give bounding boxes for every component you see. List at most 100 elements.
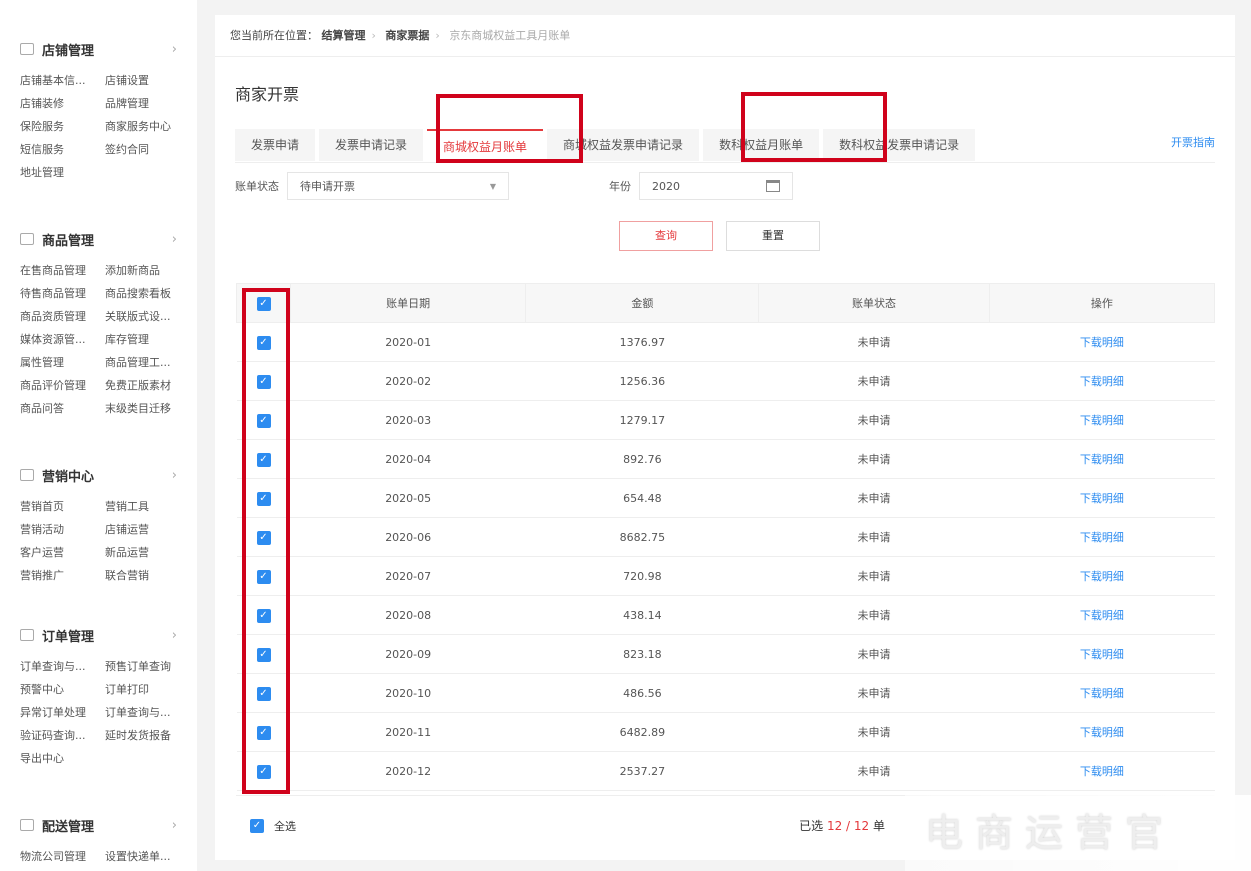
sidebar-item[interactable]: 添加新商品 xyxy=(105,262,190,278)
sidebar-item[interactable]: 营销活动 xyxy=(20,521,105,537)
sidebar-section: 配送管理 › 物流公司管理 设置快递单... xyxy=(0,812,197,864)
sidebar-item[interactable]: 商品问答 xyxy=(20,400,105,416)
col-header: 操作 xyxy=(988,283,1216,323)
bill-status: 未申请 xyxy=(758,673,990,713)
breadcrumb-item[interactable]: 商家票据 xyxy=(385,29,429,42)
download-detail-link[interactable]: 下载明细 xyxy=(989,751,1215,791)
chevron-right-icon: › xyxy=(171,817,177,833)
caret-down-icon: ▼ xyxy=(489,181,496,191)
sidebar-item[interactable]: 预售订单查询 xyxy=(105,658,190,674)
sidebar-item[interactable]: 品牌管理 xyxy=(105,95,190,111)
download-detail-link[interactable]: 下载明细 xyxy=(989,673,1215,713)
sidebar-item[interactable]: 营销首页 xyxy=(20,498,105,514)
sidebar-item[interactable]: 营销工具 xyxy=(105,498,190,514)
sidebar-item[interactable]: 店铺基本信... xyxy=(20,72,105,88)
section-icon xyxy=(20,43,34,55)
sidebar-item[interactable]: 商品评价管理 xyxy=(20,377,105,393)
sidebar-item[interactable]: 异常订单处理 xyxy=(20,704,105,720)
sidebar-item[interactable]: 设置快递单... xyxy=(105,848,190,864)
sidebar-item[interactable]: 商品搜索看板 xyxy=(105,285,190,301)
sidebar-section-header[interactable]: 订单管理 › xyxy=(20,622,177,648)
sidebar-item[interactable]: 导出中心 xyxy=(20,750,105,766)
sidebar-item[interactable]: 物流公司管理 xyxy=(20,848,105,864)
section-title: 营销中心 xyxy=(42,469,95,485)
sidebar-section-header[interactable]: 营销中心 › xyxy=(20,462,177,488)
download-detail-link[interactable]: 下载明细 xyxy=(989,595,1215,635)
sidebar-item[interactable]: 商品管理工... xyxy=(105,354,190,370)
sidebar-item[interactable]: 库存管理 xyxy=(105,331,190,347)
download-detail-link[interactable]: 下载明细 xyxy=(989,556,1215,596)
sidebar-item[interactable]: 短信服务 xyxy=(20,141,105,157)
sidebar-item[interactable]: 签约合同 xyxy=(105,141,190,157)
download-detail-link[interactable]: 下载明细 xyxy=(989,517,1215,557)
download-detail-link[interactable]: 下载明细 xyxy=(989,322,1215,362)
download-detail-link[interactable]: 下载明细 xyxy=(989,634,1215,674)
breadcrumb-item[interactable]: 结算管理 xyxy=(322,29,366,42)
reset-button[interactable]: 重置 xyxy=(726,221,820,251)
select-all-label[interactable]: 全选 xyxy=(274,818,296,834)
amount: 6482.89 xyxy=(525,712,759,752)
sidebar-section-header[interactable]: 配送管理 › xyxy=(20,812,177,838)
sidebar-item[interactable]: 店铺装修 xyxy=(20,95,105,111)
download-detail-link[interactable]: 下载明细 xyxy=(989,439,1215,479)
sidebar-item[interactable]: 地址管理 xyxy=(20,164,105,180)
section-title: 商品管理 xyxy=(42,233,95,249)
sidebar-item[interactable]: 订单查询与... xyxy=(105,704,190,720)
sidebar-item[interactable]: 待售商品管理 xyxy=(20,285,105,301)
download-detail-link[interactable]: 下载明细 xyxy=(989,712,1215,752)
sidebar-item[interactable]: 关联版式设... xyxy=(105,308,190,324)
sidebar-item[interactable]: 联合营销 xyxy=(105,567,190,583)
sidebar-section: 商品管理 › 在售商品管理 添加新商品 待售商品管理 商品搜索看板 商品资质管理 关联版式设.… xyxy=(0,226,197,416)
sidebar-item[interactable]: 末级类目迁移 xyxy=(105,400,190,416)
section-icon xyxy=(20,629,34,641)
bill-date: 2020-02 xyxy=(290,361,526,401)
amount: 486.56 xyxy=(525,673,759,713)
query-button[interactable]: 查询 xyxy=(619,221,713,251)
bill-status: 未申请 xyxy=(758,361,990,401)
filter-row: 账单状态 待申请开票 ▼ 年份 2020 xyxy=(235,172,793,200)
amount: 720.98 xyxy=(525,556,759,596)
invoice-guide-link[interactable]: 开票指南 xyxy=(1171,123,1215,162)
table-row: ✓ 2020-02 1256.36 未申请 下载明细 xyxy=(236,361,1215,401)
sidebar-section: 营销中心 › 营销首页 营销工具 营销活动 店铺运营 客户运营 新品运营 营销推广 联合营销 xyxy=(0,462,197,583)
section-icon xyxy=(20,469,34,481)
select-all-checkbox[interactable]: ✓ xyxy=(250,818,264,833)
sidebar-item[interactable]: 保险服务 xyxy=(20,118,105,134)
section-title: 配送管理 xyxy=(42,819,95,835)
year-picker[interactable]: 2020 xyxy=(639,172,793,200)
sidebar-item[interactable]: 在售商品管理 xyxy=(20,262,105,278)
sidebar-section-header[interactable]: 店铺管理 › xyxy=(20,36,177,62)
sidebar-section-header[interactable]: 商品管理 › xyxy=(20,226,177,252)
bill-table: ✓ 账单日期 金额 账单状态 操作 ✓ 2020-01 1376.97 未申请 下载明细… xyxy=(236,283,1216,791)
sidebar-item[interactable]: 商品资质管理 xyxy=(20,308,105,324)
bill-date: 2020-09 xyxy=(290,634,526,674)
sidebar: 店铺管理 › 店铺基本信... 店铺设置 店铺装修 品牌管理 保险服务 商家服务中心 短信服务签… xyxy=(0,0,197,871)
sidebar-item[interactable]: 属性管理 xyxy=(20,354,105,370)
download-detail-link[interactable]: 下载明细 xyxy=(989,478,1215,518)
sidebar-item[interactable]: 订单查询与... xyxy=(20,658,105,674)
year-label: 年份 xyxy=(609,180,631,193)
sidebar-item[interactable]: 媒体资源管... xyxy=(20,331,105,347)
breadcrumb: 您当前所在位置： 结算管理 › 商家票据 › 京东商城权益工具月账单 xyxy=(215,15,1235,57)
sidebar-item[interactable]: 店铺设置 xyxy=(105,72,190,88)
sidebar-item[interactable]: 延时发货报备 xyxy=(105,727,190,743)
sidebar-item[interactable]: 免费正版素材 xyxy=(105,377,190,393)
sidebar-item[interactable]: 商家服务中心 xyxy=(105,118,190,134)
download-detail-link[interactable]: 下载明细 xyxy=(989,361,1215,401)
tab[interactable]: 发票申请记录 xyxy=(319,129,424,161)
sidebar-item[interactable]: 店铺运营 xyxy=(105,521,190,537)
sidebar-item[interactable]: 订单打印 xyxy=(105,681,190,697)
sidebar-item[interactable]: 验证码查询... xyxy=(20,727,105,743)
table-row: ✓ 2020-12 2537.27 未申请 下载明细 xyxy=(236,751,1215,791)
bill-date: 2020-03 xyxy=(290,400,526,440)
sidebar-item[interactable]: 新品运营 xyxy=(105,544,190,560)
download-detail-link[interactable]: 下载明细 xyxy=(989,400,1215,440)
sidebar-item[interactable]: 营销推广 xyxy=(20,567,105,583)
status-label: 账单状态 xyxy=(235,180,279,193)
sidebar-item[interactable]: 客户运营 xyxy=(20,544,105,560)
chevron-right-icon: › xyxy=(171,231,177,247)
tab[interactable]: 发票申请 xyxy=(235,129,316,161)
status-select[interactable]: 待申请开票 ▼ xyxy=(287,172,509,200)
sidebar-item[interactable]: 预警中心 xyxy=(20,681,105,697)
amount: 438.14 xyxy=(525,595,759,635)
